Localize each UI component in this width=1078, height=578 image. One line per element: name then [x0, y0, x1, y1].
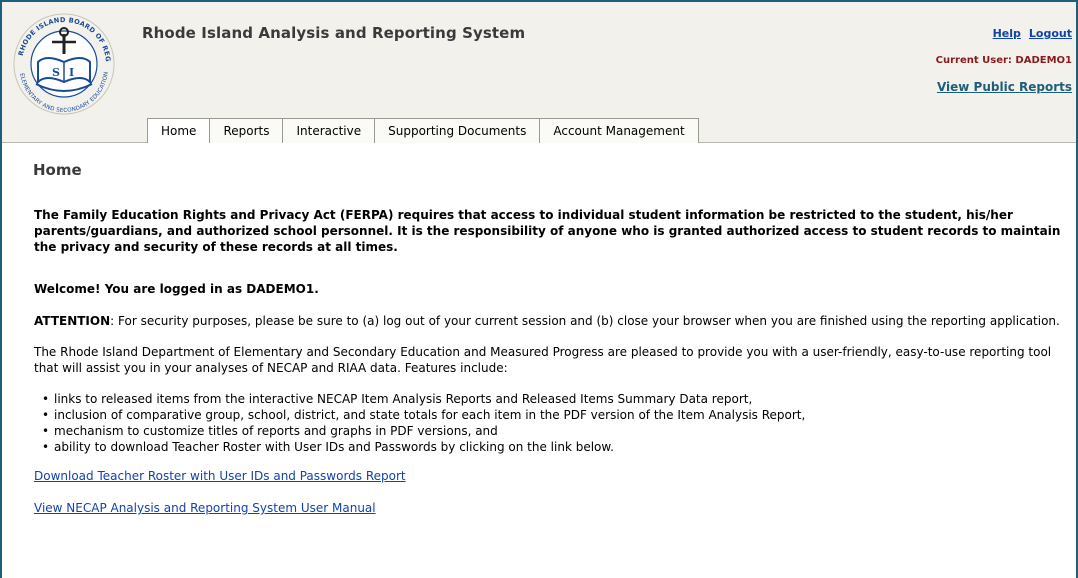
svg-text:I: I [69, 66, 74, 79]
ferpa-notice: The Family Education Rights and Privacy … [34, 208, 1061, 254]
current-user-label: Current User: DADEMO1 [935, 55, 1072, 66]
logout-link[interactable]: Logout [1029, 27, 1072, 40]
list-item: inclusion of comparative group, school, … [42, 407, 1064, 423]
page-header: RHODE ISLAND BOARD OF REGENTS ELEMENTARY… [2, 2, 1076, 143]
list-item: links to released items from the interac… [42, 391, 1064, 407]
app-window: RHODE ISLAND BOARD OF REGENTS ELEMENTARY… [0, 0, 1078, 578]
list-item: mechanism to customize titles of reports… [42, 423, 1064, 439]
app-title: Rhode Island Analysis and Reporting Syst… [142, 24, 526, 42]
help-link[interactable]: Help [993, 27, 1021, 40]
board-of-regents-seal-logo: RHODE ISLAND BOARD OF REGENTS ELEMENTARY… [8, 4, 115, 115]
top-links: Help Logout [985, 27, 1072, 40]
page-title: Home [33, 161, 82, 179]
main-content: Home The Family Education Rights and Pri… [33, 161, 1064, 516]
svg-text:S: S [52, 66, 60, 79]
download-teacher-roster-link[interactable]: Download Teacher Roster with User IDs an… [34, 468, 1064, 484]
feature-list: links to released items from the interac… [34, 391, 1064, 455]
tab-interactive[interactable]: Interactive [283, 119, 376, 143]
attention-label: ATTENTION [34, 314, 111, 328]
tab-supporting-documents[interactable]: Supporting Documents [375, 119, 541, 143]
welcome-message: Welcome! You are logged in as DADEMO1. [34, 282, 319, 296]
attention-notice: ATTENTION: For security purposes, please… [34, 313, 1064, 329]
tab-account-management[interactable]: Account Management [540, 119, 697, 143]
tab-home[interactable]: Home [148, 119, 211, 143]
attention-text: : For security purposes, please be sure … [110, 314, 1060, 328]
view-public-reports-link[interactable]: View Public Reports [937, 80, 1072, 94]
main-nav-tabs: Home Reports Interactive Supporting Docu… [147, 118, 699, 143]
tab-reports[interactable]: Reports [210, 119, 284, 143]
intro-paragraph: The Rhode Island Department of Elementar… [34, 345, 1052, 375]
list-item: ability to download Teacher Roster with … [42, 439, 1064, 455]
user-manual-link[interactable]: View NECAP Analysis and Reporting System… [34, 500, 1064, 516]
